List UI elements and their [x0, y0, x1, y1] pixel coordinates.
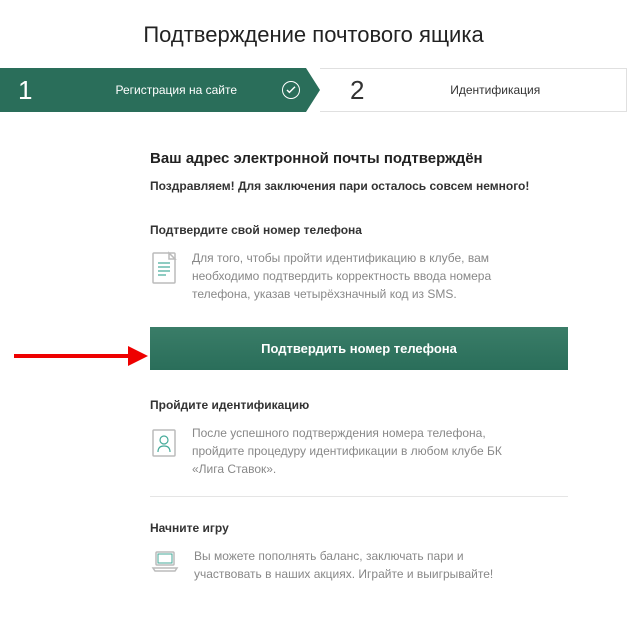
section-identify-title: Пройдите идентификацию: [150, 398, 580, 412]
section-identify: Пройдите идентификацию После успешного п…: [150, 398, 580, 497]
section-confirm-phone: Подтвердите свой номер телефона Для того…: [150, 223, 580, 303]
section-play: Начните игру Вы можете пополнять баланс,…: [150, 521, 580, 583]
step-identification: 2 Идентификация: [320, 68, 627, 112]
id-card-icon: [150, 426, 178, 458]
step-2-label: Идентификация: [364, 83, 626, 97]
progress-steps: 1 Регистрация на сайте 2 Идентификация: [0, 68, 627, 112]
content-area: Ваш адрес электронной почты подтверждён …: [0, 112, 580, 627]
confirm-phone-button[interactable]: Подтвердить номер телефона: [150, 327, 568, 370]
page-title: Подтверждение почтового ящика: [0, 0, 627, 68]
section-identify-text: После успешного подтверждения номера тел…: [192, 424, 532, 478]
section-phone-text: Для того, чтобы пройти идентификацию в к…: [192, 249, 532, 303]
step-2-number: 2: [350, 75, 364, 106]
laptop-icon: [150, 549, 180, 581]
divider: [150, 496, 568, 497]
section-phone-title: Подтвердите свой номер телефона: [150, 223, 580, 237]
step-1-number: 1: [18, 75, 32, 106]
main-subheading: Поздравляем! Для заключения пари осталос…: [150, 179, 580, 193]
main-heading: Ваш адрес электронной почты подтверждён: [150, 150, 580, 167]
checkmark-icon: [282, 81, 300, 99]
step-1-label: Регистрация на сайте: [32, 83, 320, 97]
section-play-text: Вы можете пополнять баланс, заключать па…: [194, 547, 534, 583]
document-icon: [150, 251, 178, 283]
section-play-title: Начните игру: [150, 521, 580, 535]
step-registration: 1 Регистрация на сайте: [0, 68, 320, 112]
